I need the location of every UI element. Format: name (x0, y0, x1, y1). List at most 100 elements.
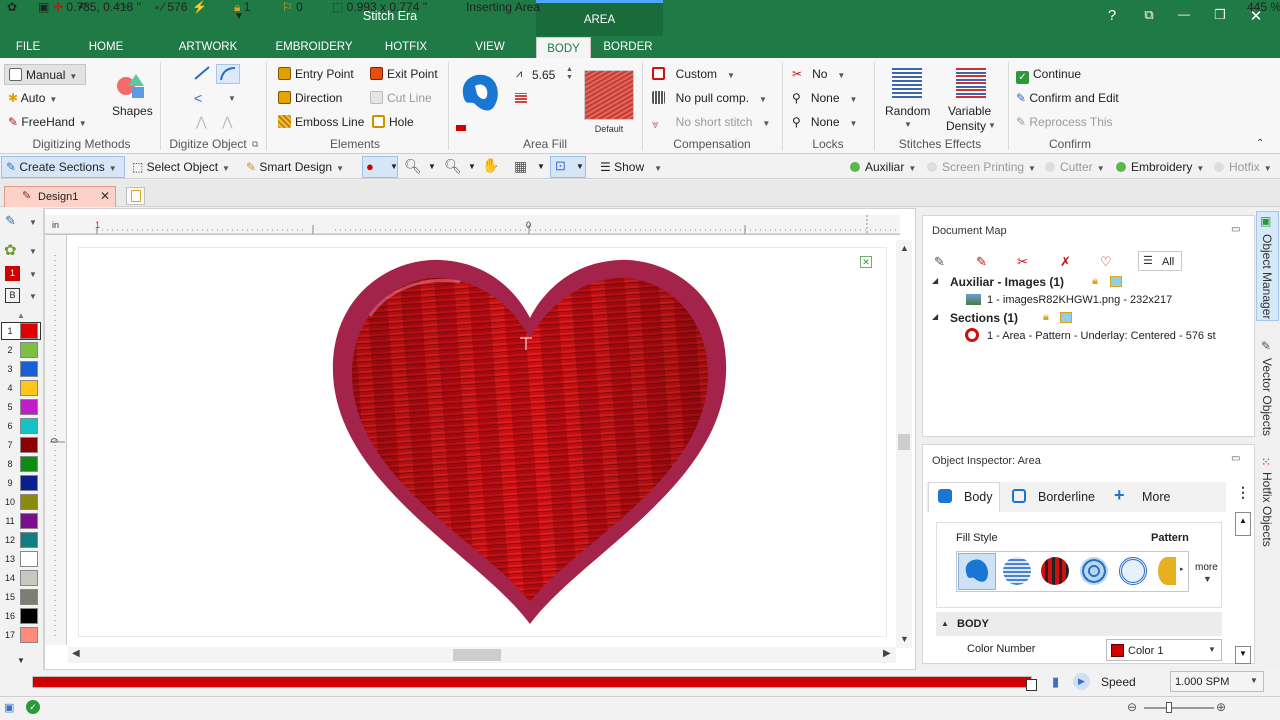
palette-swatch[interactable] (20, 437, 38, 453)
palette-swatch[interactable] (20, 532, 38, 548)
filter-cutter-icon[interactable]: ✂ (1017, 254, 1028, 270)
pan-hand-icon[interactable]: ✋ (482, 157, 499, 174)
document-map-minimize-icon[interactable]: ▭ (1231, 224, 1240, 235)
tab-more[interactable]: More (1142, 490, 1170, 504)
auxiliar-toggle[interactable]: Auxiliar ▼ (850, 160, 916, 174)
palette-swatch[interactable] (20, 323, 38, 339)
palette-swatch[interactable] (20, 418, 38, 434)
scroll-right-icon[interactable]: ▶ (883, 648, 891, 659)
section-item[interactable]: 1 - Area - Pattern - Underlay: Centered … (987, 330, 1216, 342)
minimize-button[interactable]: — (1169, 7, 1199, 21)
fill-style-gradient-icon[interactable] (1158, 557, 1176, 585)
edit-tool-icon[interactable]: ✎ (5, 213, 16, 229)
current-color-dropdown-icon[interactable]: ▼ (29, 270, 37, 279)
hole-button[interactable]: Hole (372, 115, 414, 129)
zoom-dropdown-icon[interactable]: ▼ (428, 162, 436, 171)
auxiliar-image-item[interactable]: 1 - imagesR82KHGW1.png - 232x217 (987, 294, 1172, 306)
zoom-region-icon[interactable]: 🔍︎ (444, 158, 462, 175)
palette-tool-dropdown-icon[interactable]: ▼ (29, 247, 37, 256)
collapse-auxiliar-icon[interactable]: ◢ (932, 276, 938, 285)
lock-dropdown-3[interactable]: ⚲ None ▼ (792, 115, 857, 129)
cut-line-button[interactable]: Cut Line (370, 91, 432, 105)
reprocess-button[interactable]: ✎ Reprocess This (1016, 115, 1113, 129)
zoom-slider[interactable] (1144, 707, 1214, 709)
fill-style-contour-icon[interactable] (1119, 557, 1147, 585)
vector-objects-side-tab[interactable]: Vector Objects (1260, 358, 1274, 436)
palette-swatch[interactable] (20, 513, 38, 529)
scroll-left-icon[interactable]: ◀ (72, 648, 80, 659)
maximize-button[interactable]: ❐ (1205, 7, 1235, 23)
grid-icon[interactable]: ▦ (514, 158, 527, 175)
lock-icon[interactable]: 🔒︎ (1092, 275, 1098, 288)
tab-hotfix[interactable]: HOTFIX (378, 36, 434, 58)
palette-scroll-up-icon[interactable]: ▲ (17, 311, 25, 320)
emboss-line-button[interactable]: Emboss Line (278, 115, 364, 129)
plus-icon[interactable]: + (1114, 485, 1125, 506)
heart-embroidery[interactable] (330, 256, 730, 630)
tab-view[interactable]: VIEW (466, 36, 514, 58)
background-color-badge[interactable]: B (5, 288, 20, 303)
borderline-icon[interactable] (1012, 489, 1026, 503)
horizontal-scroll-thumb[interactable] (453, 649, 501, 661)
filter-pen-icon[interactable]: ✎ (934, 254, 945, 270)
palette-swatch[interactable] (20, 494, 38, 510)
inspector-minimize-icon[interactable]: ▭ (1231, 453, 1240, 464)
filter-brush-icon[interactable]: ✎ (976, 254, 987, 270)
zoom-icon[interactable]: 🔍︎ (404, 158, 422, 175)
hotfix-objects-side-tab[interactable]: Hotfix Objects (1260, 472, 1274, 547)
dialog-launcher-icon[interactable]: ⧉ (252, 139, 258, 150)
pull-compensation-dropdown[interactable]: No pull comp. ▼ (652, 91, 767, 105)
current-color-badge[interactable]: 1 (5, 266, 20, 281)
random-button[interactable]: Random (885, 104, 930, 118)
inspector-menu-icon[interactable]: ⋮ (1236, 484, 1250, 501)
color-dropdown-icon[interactable]: ▼ (1208, 645, 1216, 654)
zoom-region-dropdown-icon[interactable]: ▼ (468, 162, 476, 171)
more-fill-styles[interactable]: more (1195, 562, 1218, 573)
area-fill-preview-icon[interactable] (455, 68, 503, 118)
palette-swatch[interactable] (20, 551, 38, 567)
hotfix-toggle[interactable]: Hotfix ▼ (1214, 160, 1272, 174)
player-stop-icon[interactable]: ▮ (1052, 674, 1059, 690)
speed-dropdown-icon[interactable]: ▼ (1250, 676, 1258, 685)
entry-point-button[interactable]: Entry Point (278, 67, 354, 81)
more-fill-styles-dropdown-icon[interactable]: ▼ (1203, 574, 1212, 584)
help-icon[interactable]: ? (1097, 7, 1127, 24)
tab-body[interactable]: BODY (536, 37, 591, 58)
palette-tool-icon[interactable]: ✿ (4, 241, 17, 259)
embroidery-toggle[interactable]: Embroidery ▼ (1116, 160, 1204, 174)
density-label[interactable]: Density (946, 119, 986, 133)
variable-density-dropdown-icon[interactable]: ▼ (988, 121, 996, 130)
direction-button[interactable]: Direction (278, 91, 342, 105)
sections-visibility-icon[interactable] (1060, 312, 1072, 323)
palette-swatch[interactable] (20, 456, 38, 472)
zoom-slider-thumb[interactable] (1166, 702, 1172, 713)
manual-button[interactable]: Manual ▼ (4, 64, 86, 85)
line-tool-icon[interactable] (192, 65, 212, 84)
palette-swatch[interactable] (20, 589, 38, 605)
short-stitch-dropdown[interactable]: ⩔ No short stitch ▼ (652, 115, 770, 131)
edit-tool-dropdown-icon[interactable]: ▼ (29, 218, 37, 227)
shapes-button[interactable]: Shapes (112, 104, 153, 118)
random-dropdown-icon[interactable]: ▼ (904, 120, 912, 129)
angle-tool-icon[interactable]: < (194, 90, 202, 106)
zoom-in-icon[interactable]: ⊕ (1216, 700, 1226, 714)
collapse-ribbon-icon[interactable]: ⌃ (1256, 138, 1264, 149)
collapse-sections-icon[interactable]: ◢ (932, 312, 938, 321)
density-value[interactable]: 5.65 (532, 68, 555, 82)
density-spinner-icon[interactable]: ▲ ▼ (566, 66, 573, 82)
exit-point-button[interactable]: Exit Point (370, 67, 438, 81)
palette-swatch[interactable] (20, 475, 38, 491)
fill-style-motif-icon[interactable] (1041, 557, 1069, 585)
filter-heart-icon[interactable]: ♡ (1100, 254, 1112, 270)
palette-swatch[interactable] (20, 570, 38, 586)
screen-printing-toggle[interactable]: Screen Printing ▼ (927, 160, 1036, 174)
snap-dropdown-icon[interactable]: ▼ (576, 162, 584, 171)
zoom-out-icon[interactable]: ⊖ (1127, 700, 1137, 714)
palette-swatch[interactable] (20, 399, 38, 415)
palette-scroll-down-icon[interactable]: ▼ (17, 656, 25, 665)
progress-handle[interactable] (1026, 679, 1037, 691)
palette-swatch[interactable] (20, 361, 38, 377)
sections-lock-icon[interactable]: 🔒︎ (1043, 311, 1049, 324)
continue-button[interactable]: ✓ Continue (1016, 67, 1081, 84)
random-effect-icon[interactable] (892, 68, 922, 98)
